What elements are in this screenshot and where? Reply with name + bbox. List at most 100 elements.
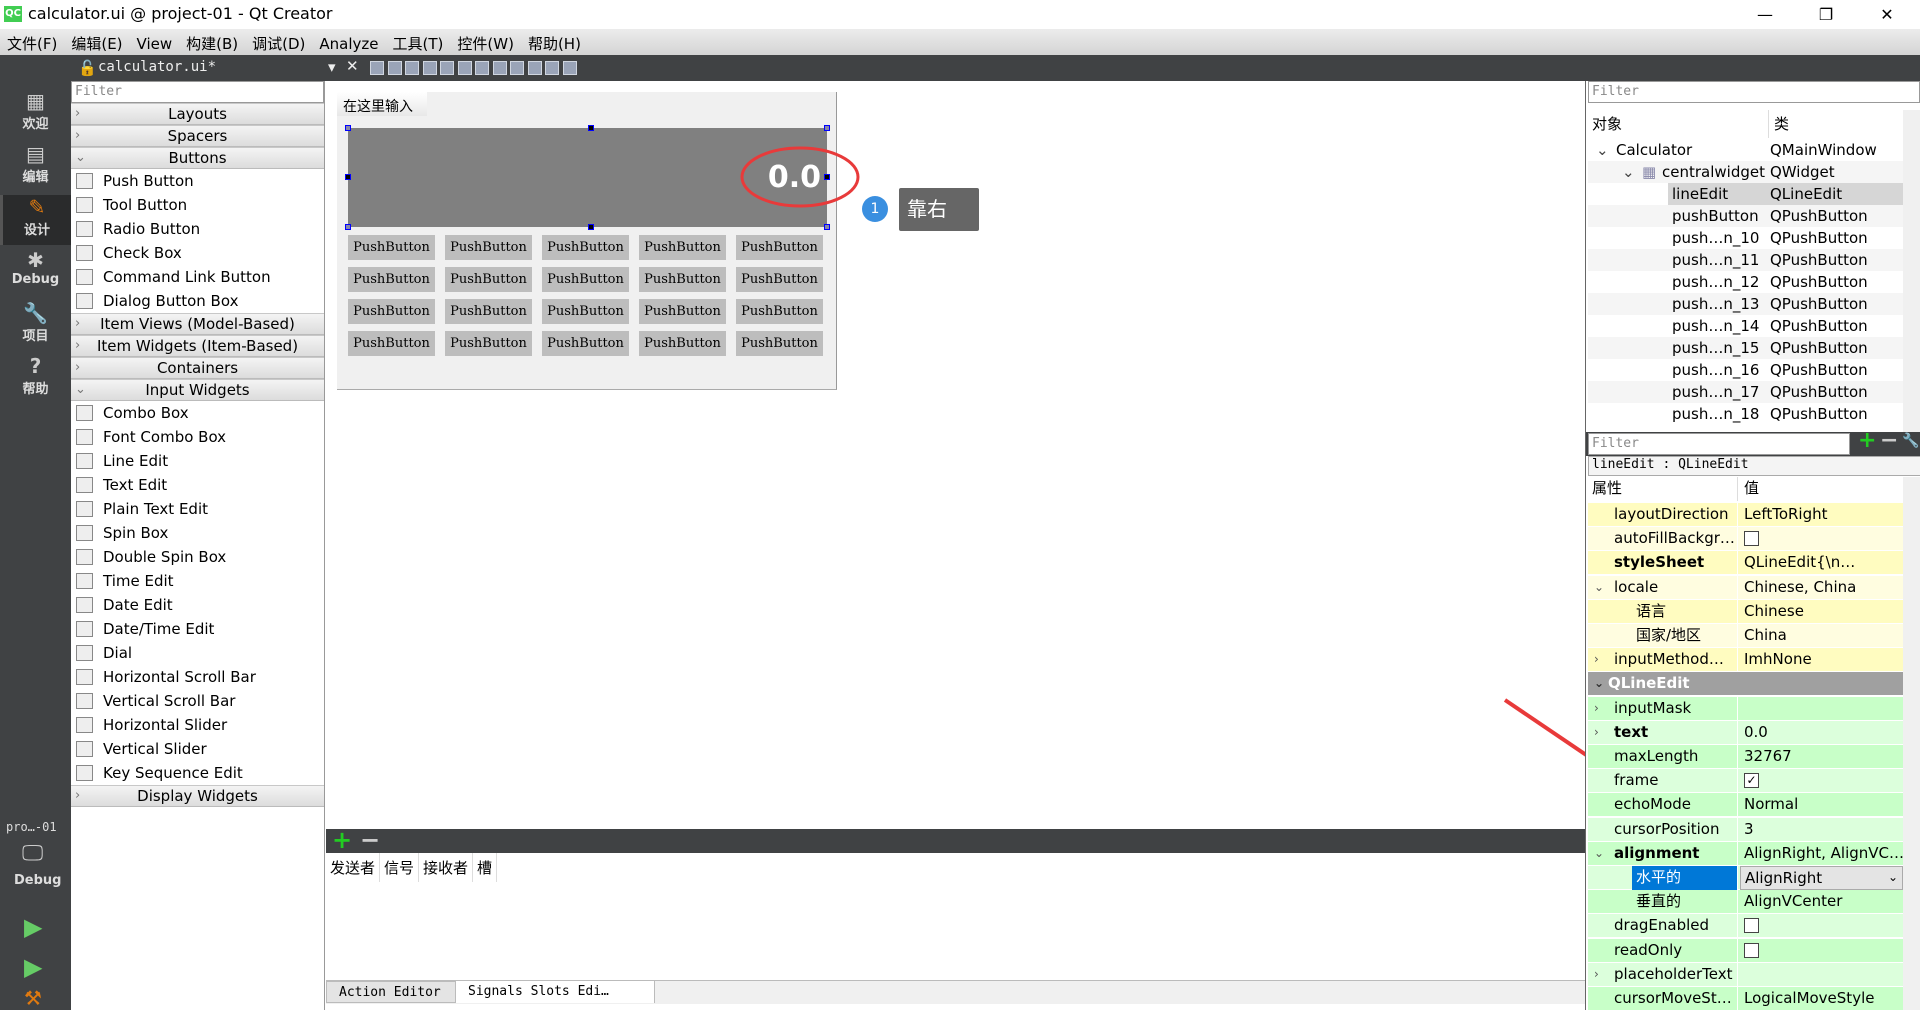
widget-item[interactable]: Combo Box: [71, 401, 324, 425]
column-header[interactable]: 发送者: [326, 853, 381, 882]
widget-category[interactable]: ⌄ Input Widgets: [71, 379, 324, 401]
widget-item[interactable]: Spin Box: [71, 521, 324, 545]
widget-category[interactable]: › Display Widgets: [71, 785, 324, 807]
close-document-icon[interactable]: ✕: [346, 57, 359, 75]
widget-item[interactable]: Dial: [71, 641, 324, 665]
property-section-header[interactable]: ⌄ QLineEdit: [1588, 672, 1903, 697]
menu-item[interactable]: 调试(D): [245, 29, 312, 54]
widget-category[interactable]: › Containers: [71, 357, 324, 379]
column-header[interactable]: 类: [1768, 110, 1789, 138]
push-button-widget[interactable]: PushButton: [348, 267, 435, 292]
chevron-down-icon[interactable]: ⌄: [1888, 866, 1898, 889]
resize-handle[interactable]: [824, 224, 830, 230]
layout-tool-icon[interactable]: [492, 61, 507, 75]
tree-item[interactable]: ⌄ Calculator QMainWindow: [1588, 139, 1903, 161]
menu-item[interactable]: 控件(W): [450, 29, 521, 54]
layout-tool-icon[interactable]: [440, 61, 454, 75]
push-button-widget[interactable]: PushButton: [445, 331, 532, 356]
column-header[interactable]: 槽: [473, 853, 498, 882]
tab-signals-slots-editor[interactable]: Signals Slots Edi…: [456, 981, 655, 1003]
property-row[interactable]: echoMode Normal: [1588, 793, 1903, 818]
property-row[interactable]: › text 0.0: [1588, 720, 1903, 745]
tree-item[interactable]: push…n_12 QPushButton: [1588, 271, 1903, 293]
menu-item[interactable]: 文件(F): [0, 29, 64, 54]
widget-item[interactable]: Vertical Scroll Bar: [71, 689, 324, 713]
checkbox[interactable]: [1744, 942, 1759, 958]
widget-item[interactable]: Vertical Slider: [71, 737, 324, 761]
mode-5[interactable]: ? 帮助: [0, 354, 71, 404]
tab-action-editor[interactable]: Action Editor: [326, 981, 456, 1003]
push-button-widget[interactable]: PushButton: [639, 331, 726, 356]
debug-run-icon[interactable]: ▶: [24, 953, 42, 981]
layout-tool-icon[interactable]: [562, 61, 577, 75]
push-button-widget[interactable]: PushButton: [542, 331, 629, 356]
property-row[interactable]: frame ✓: [1588, 769, 1903, 794]
widget-item[interactable]: Key Sequence Edit: [71, 761, 324, 785]
kit-project-label[interactable]: pro…-01: [6, 820, 57, 834]
run-icon[interactable]: ▶: [24, 913, 42, 941]
property-row[interactable]: ⌄ locale Chinese, China: [1588, 575, 1903, 600]
property-row[interactable]: maxLength 32767: [1588, 745, 1903, 769]
property-value[interactable]: [1740, 914, 1903, 938]
widget-item[interactable]: Check Box: [71, 241, 324, 265]
widget-category[interactable]: › Spacers: [71, 125, 324, 147]
resize-handle[interactable]: [345, 224, 351, 230]
menu-item[interactable]: 帮助(H): [521, 29, 588, 54]
checkbox[interactable]: [1744, 918, 1759, 934]
build-hammer-icon[interactable]: ⚒: [24, 986, 42, 1010]
mode-2[interactable]: ✎ 设计: [0, 195, 71, 245]
property-row[interactable]: › placeholderText: [1588, 962, 1903, 987]
push-button-widget[interactable]: PushButton: [445, 299, 532, 324]
property-value[interactable]: Chinese: [1740, 600, 1903, 624]
resize-handle[interactable]: [588, 125, 594, 131]
widget-category[interactable]: › Item Views (Model-Based): [71, 313, 324, 335]
resize-handle[interactable]: [824, 125, 830, 131]
object-scrollbar[interactable]: [1903, 110, 1920, 432]
tree-item[interactable]: ⌄ ▦ centralwidget QWidget: [1588, 161, 1903, 183]
widget-item[interactable]: Time Edit: [71, 569, 324, 593]
property-row[interactable]: layoutDirection LeftToRight: [1588, 503, 1903, 527]
widget-category[interactable]: › Item Widgets (Item-Based): [71, 335, 324, 357]
tree-item[interactable]: push…n_11 QPushButton: [1588, 249, 1903, 271]
chevron-down-icon[interactable]: ⌄: [1596, 139, 1609, 161]
mode-4[interactable]: 🔧 项目: [0, 301, 71, 351]
wrench-icon[interactable]: 🔧: [1902, 433, 1919, 449]
resize-handle[interactable]: [345, 125, 351, 131]
property-value[interactable]: Chinese, China: [1740, 576, 1903, 600]
property-row[interactable]: 垂直的 AlignVCenter: [1588, 890, 1903, 915]
push-button-widget[interactable]: PushButton: [445, 235, 532, 260]
property-value[interactable]: Normal: [1740, 793, 1903, 817]
chevron-down-icon[interactable]: ▾: [328, 58, 336, 76]
property-value[interactable]: ImhNone: [1740, 648, 1903, 672]
property-row[interactable]: 水平的 AlignRight ⌄: [1588, 866, 1903, 890]
chevron-down-icon[interactable]: ⌄: [1622, 161, 1635, 183]
property-value[interactable]: China: [1740, 624, 1903, 648]
menu-item[interactable]: 工具(T): [386, 29, 451, 54]
menu-item[interactable]: 编辑(E): [64, 29, 129, 54]
tree-item[interactable]: push…n_16 QPushButton: [1588, 359, 1903, 381]
property-value[interactable]: LogicalMoveStyle: [1740, 987, 1903, 1010]
column-header[interactable]: 属性: [1588, 477, 1738, 501]
property-row[interactable]: readOnly: [1588, 938, 1903, 963]
menu-item[interactable]: View: [130, 31, 180, 53]
column-header[interactable]: 值: [1740, 477, 1903, 501]
widget-item[interactable]: Horizontal Slider: [71, 713, 324, 737]
property-filter-input[interactable]: Filter: [1588, 433, 1850, 455]
mode-3[interactable]: ✱ Debug: [0, 248, 71, 298]
push-button-widget[interactable]: PushButton: [736, 235, 823, 260]
tree-item[interactable]: push…n_15 QPushButton: [1588, 337, 1903, 359]
property-row[interactable]: 国家/地区 China: [1588, 624, 1903, 648]
property-row[interactable]: styleSheet QLineEdit{\n…: [1588, 551, 1903, 576]
object-filter-input[interactable]: Filter: [1588, 81, 1920, 103]
push-button-widget[interactable]: PushButton: [542, 299, 629, 324]
property-scrollbar[interactable]: [1903, 477, 1920, 1010]
push-button-widget[interactable]: PushButton: [348, 331, 435, 356]
column-header[interactable]: 信号: [380, 853, 420, 882]
alignment-dropdown[interactable]: AlignRight: [1740, 866, 1903, 890]
widget-item[interactable]: Tool Button: [71, 193, 324, 217]
push-button-widget[interactable]: PushButton: [445, 267, 532, 292]
property-value[interactable]: LeftToRight: [1740, 503, 1903, 527]
widget-item[interactable]: Date/Time Edit: [71, 617, 324, 641]
widget-item[interactable]: Push Button: [71, 169, 324, 193]
widget-item[interactable]: Double Spin Box: [71, 545, 324, 569]
